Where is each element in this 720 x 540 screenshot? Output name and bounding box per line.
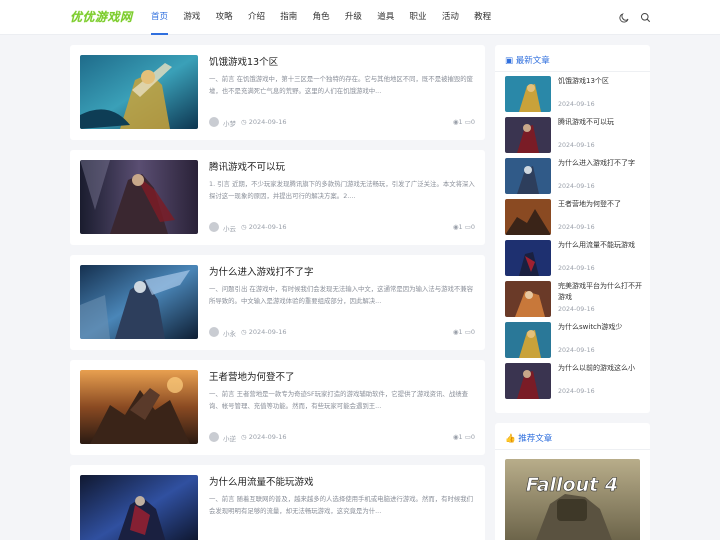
sidebar-article-title[interactable]: 完美游戏平台为什么打不开游戏 [558, 281, 642, 302]
sidebar-article-date: 2024-09-16 [558, 224, 595, 231]
post-thumbnail[interactable] [80, 160, 198, 234]
sidebar-article-title[interactable]: 为什么进入游戏打不了字 [558, 158, 642, 169]
sidebar-thumbnail[interactable] [505, 117, 551, 153]
post-meta: 小逆 ◷ 2024-09-16 ◉1 ▭0 [209, 432, 475, 443]
sidebar-article-title[interactable]: 为什么用流量不能玩游戏 [558, 240, 642, 251]
thumbs-up-icon: 👍 [505, 434, 516, 444]
post-date: ◷ 2024-09-16 [241, 433, 287, 441]
post-excerpt: 1. 引言 近期，不少玩家发现腾讯旗下的多款热门游戏无法畅玩，引发了广泛关注。本… [209, 180, 475, 200]
divider [495, 71, 650, 72]
post-meta: 小永 ◷ 2024-09-16 ◉1 ▭0 [209, 327, 475, 338]
post-card[interactable]: 腾讯游戏不可以玩 1. 引言 近期，不少玩家发现腾讯旗下的多款热门游戏无法畅玩，… [70, 150, 485, 245]
image-icon: ▣ [505, 56, 514, 66]
post-title[interactable]: 为什么进入游戏打不了字 [209, 264, 314, 278]
main-nav: 首页 游戏 攻略 介绍 指南 角色 升级 道具 职业 活动 教程 [151, 0, 506, 35]
sidebar-article-item[interactable]: 完美游戏平台为什么打不开游戏 2024-09-16 [505, 281, 642, 317]
sidebar-article-item[interactable]: 为什么进入游戏打不了字 2024-09-16 [505, 158, 640, 194]
post-stats: ◉1 ▭0 [452, 223, 475, 231]
sidebar-article-title[interactable]: 王者营地为何登不了 [558, 199, 642, 210]
nav-item-classes[interactable]: 职业 [410, 0, 427, 35]
post-excerpt: 一、前言 王者营地是一款专为奇迹SF玩家打造的游戏辅助软件，它提供了游戏资讯、战… [209, 390, 468, 410]
sidebar-thumbnail[interactable] [505, 158, 551, 194]
divider [495, 449, 650, 450]
fallout-logo: Fallout 4 [526, 474, 618, 496]
sidebar-article-item[interactable]: 腾讯游戏不可以玩 2024-09-16 [505, 117, 640, 153]
sidebar-article-item[interactable]: 饥饿游戏13个区 2024-09-16 [505, 76, 640, 112]
post-stats: ◉1 ▭0 [452, 328, 475, 336]
latest-articles-title: ▣ 最新文章 [505, 56, 550, 66]
nav-item-characters[interactable]: 角色 [313, 0, 330, 35]
nav-item-guides[interactable]: 攻略 [216, 0, 233, 35]
sidebar-thumbnail[interactable] [505, 363, 551, 399]
post-title[interactable]: 腾讯游戏不可以玩 [209, 159, 285, 173]
sidebar-article-date: 2024-09-16 [558, 101, 595, 108]
post-meta: 小梦 ◷ 2024-09-16 ◉1 ▭0 [209, 117, 475, 128]
post-card[interactable]: 饥饿游戏13个区 一、前言 在饥饿游戏中，第十三区是一个独特的存在。它与其他地区… [70, 45, 485, 140]
post-meta: 小云 ◷ 2024-09-16 ◉1 ▭0 [209, 222, 475, 233]
avatar[interactable] [209, 222, 219, 232]
site-header: 优优游戏网 首页 游戏 攻略 介绍 指南 角色 升级 道具 职业 活动 教程 [0, 0, 720, 35]
post-title[interactable]: 王者营地为何登不了 [209, 369, 295, 383]
post-date: ◷ 2024-09-16 [241, 118, 287, 126]
avatar[interactable] [209, 432, 219, 442]
post-excerpt: 一、问题引出 在游戏中，有时候我们会发现无法输入中文，这通常是因为输入法与游戏不… [209, 285, 474, 305]
sidebar-article-title[interactable]: 为什么switch游戏少 [558, 322, 642, 333]
post-author[interactable]: 小云 [223, 223, 236, 233]
sidebar-article-date: 2024-09-16 [558, 183, 595, 190]
sidebar-article-date: 2024-09-16 [558, 265, 595, 272]
post-author[interactable]: 小逆 [223, 433, 236, 443]
sidebar-thumbnail[interactable] [505, 281, 551, 317]
post-title[interactable]: 为什么用流量不能玩游戏 [209, 474, 314, 488]
recommended-article-image[interactable]: Fallout 4 [505, 459, 640, 540]
search-icon[interactable] [640, 12, 651, 23]
sidebar-article-date: 2024-09-16 [558, 388, 595, 395]
recommended-articles-title: 👍 推荐文章 [505, 434, 553, 444]
nav-item-tutorials[interactable]: 教程 [474, 0, 491, 35]
nav-item-manual[interactable]: 指南 [280, 0, 297, 35]
sidebar-thumbnail[interactable] [505, 322, 551, 358]
post-date: ◷ 2024-09-16 [241, 223, 287, 231]
avatar[interactable] [209, 327, 219, 337]
sidebar-article-date: 2024-09-16 [558, 306, 595, 313]
recommended-articles-widget: 👍 推荐文章 Fallout 4 [495, 423, 650, 540]
sidebar-article-date: 2024-09-16 [558, 347, 595, 354]
sidebar-article-date: 2024-09-16 [558, 142, 595, 149]
nav-item-items[interactable]: 道具 [377, 0, 394, 35]
post-thumbnail[interactable] [80, 265, 198, 339]
sidebar-thumbnail[interactable] [505, 240, 551, 276]
post-stats: ◉1 ▭0 [452, 118, 475, 126]
post-card[interactable]: 王者营地为何登不了 一、前言 王者营地是一款专为奇迹SF玩家打造的游戏辅助软件，… [70, 360, 485, 455]
nav-item-events[interactable]: 活动 [442, 0, 459, 35]
avatar[interactable] [209, 117, 219, 127]
sidebar-article-item[interactable]: 为什么以前的游戏这么小 2024-09-16 [505, 363, 640, 399]
latest-articles-widget: ▣ 最新文章 饥饿游戏13个区 2024-09-16 腾讯游戏不可以玩 2024… [495, 45, 650, 413]
nav-item-home[interactable]: 首页 [151, 0, 169, 35]
post-title[interactable]: 饥饿游戏13个区 [209, 54, 278, 68]
post-card[interactable]: 为什么进入游戏打不了字 一、问题引出 在游戏中，有时候我们会发现无法输入中文，这… [70, 255, 485, 350]
site-logo[interactable]: 优优游戏网 [70, 8, 133, 25]
nav-item-intro[interactable]: 介绍 [248, 0, 265, 35]
post-excerpt: 一、前言 随着互联网的普及，越来越多的人选择使用手机或电脑进行游戏。然而，有时候… [209, 495, 474, 515]
sidebar-article-item[interactable]: 为什么用流量不能玩游戏 2024-09-16 [505, 240, 640, 276]
post-excerpt: 一、前言 在饥饿游戏中，第十三区是一个独特的存在。它与其他地区不同，既不是被摧毁… [209, 75, 474, 95]
post-thumbnail[interactable] [80, 475, 198, 540]
post-author[interactable]: 小永 [223, 328, 236, 338]
post-card[interactable]: 为什么用流量不能玩游戏 一、前言 随着互联网的普及，越来越多的人选择使用手机或电… [70, 465, 485, 540]
post-date: ◷ 2024-09-16 [241, 328, 287, 336]
post-thumbnail[interactable] [80, 55, 198, 129]
post-thumbnail[interactable] [80, 370, 198, 444]
sidebar-article-item[interactable]: 为什么switch游戏少 2024-09-16 [505, 322, 640, 358]
post-author[interactable]: 小梦 [223, 118, 236, 128]
nav-item-upgrade[interactable]: 升级 [345, 0, 362, 35]
sidebar-article-item[interactable]: 王者营地为何登不了 2024-09-16 [505, 199, 640, 235]
post-stats: ◉1 ▭0 [452, 433, 475, 441]
nav-item-games[interactable]: 游戏 [183, 0, 200, 35]
sidebar-article-title[interactable]: 腾讯游戏不可以玩 [558, 117, 642, 128]
moon-icon[interactable] [619, 12, 630, 23]
sidebar-article-title[interactable]: 饥饿游戏13个区 [558, 76, 642, 87]
sidebar-thumbnail[interactable] [505, 199, 551, 235]
sidebar-article-title[interactable]: 为什么以前的游戏这么小 [558, 363, 642, 374]
sidebar-thumbnail[interactable] [505, 76, 551, 112]
